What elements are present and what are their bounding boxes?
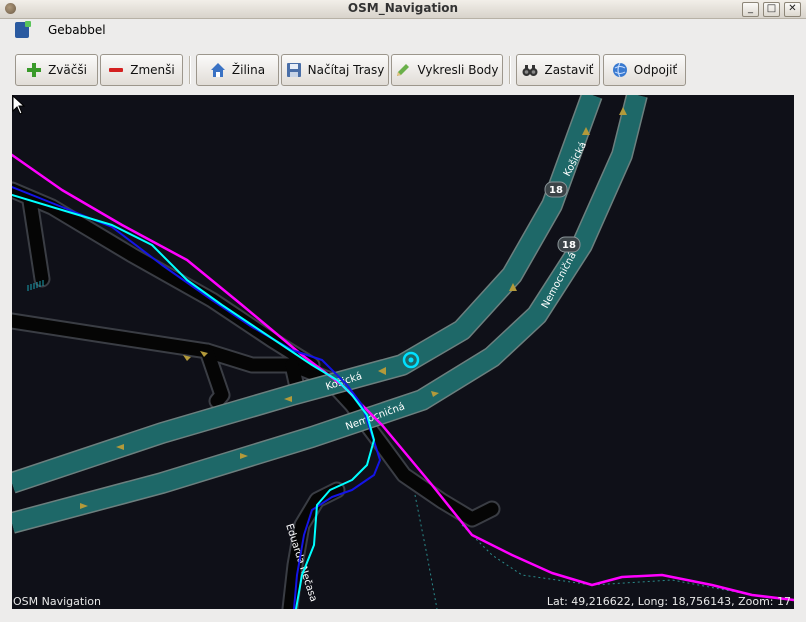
- track-magenta: [12, 153, 794, 602]
- home-label: Žilina: [231, 63, 266, 77]
- load-routes-button[interactable]: Načítaj Trasy: [281, 54, 389, 86]
- map-canvas[interactable]: 18 18 Košická Nemocničná Košická Nemocni…: [12, 95, 794, 609]
- road-shield-1: 18: [544, 181, 568, 198]
- svg-text:18: 18: [562, 240, 576, 251]
- toolbar-separator: [509, 56, 511, 84]
- draw-points-label: Vykresli Body: [417, 63, 499, 77]
- zoom-out-label: Zmenši: [130, 63, 175, 77]
- title-bar: OSM_Navigation _ □ ✕: [0, 0, 806, 19]
- track-blue: [12, 186, 381, 609]
- mouse-pointer-icon: [12, 95, 26, 115]
- load-routes-label: Načítaj Trasy: [307, 63, 385, 77]
- draw-points-button[interactable]: Vykresli Body: [391, 54, 503, 86]
- home-icon: [210, 62, 226, 78]
- svg-text:18: 18: [549, 185, 563, 196]
- toolbar-separator: [189, 56, 191, 84]
- floppy-disk-icon: [286, 62, 302, 78]
- road-shield-2: 18: [557, 236, 581, 253]
- menu-item-gebabbel[interactable]: Gebabbel: [48, 23, 106, 37]
- minus-icon: [108, 62, 124, 78]
- disconnect-label: Odpojiť: [633, 63, 678, 77]
- close-button[interactable]: ✕: [784, 2, 801, 17]
- pencil-icon: [395, 62, 411, 78]
- street-label-nemocnicna-north: Nemocničná: [539, 250, 579, 310]
- map-view[interactable]: 18 18 Košická Nemocničná Košická Nemocni…: [12, 95, 794, 609]
- minimize-button[interactable]: _: [742, 2, 759, 17]
- zoom-out-button[interactable]: Zmenši: [100, 54, 183, 86]
- gps-tracks: [12, 153, 794, 609]
- network-globe-icon: [612, 62, 628, 78]
- map-app-label: OSM Navigation: [13, 595, 101, 608]
- binoculars-icon: [522, 62, 538, 78]
- menu-bar: Gebabbel: [0, 19, 806, 42]
- home-button[interactable]: Žilina: [196, 54, 279, 86]
- zoom-in-label: Zväčši: [48, 63, 87, 77]
- track-cyan: [12, 194, 375, 609]
- main-roads: [12, 95, 648, 534]
- zoom-in-button[interactable]: Zväčši: [15, 54, 98, 86]
- maximize-button[interactable]: □: [763, 2, 780, 17]
- map-status-coordinates: Lat: 49,216622, Long: 18,756143, Zoom: 1…: [546, 595, 791, 608]
- toolbar: Zväčši Zmenši Žilina Načítaj Trasy Vykre…: [0, 46, 806, 92]
- stop-button[interactable]: Zastaviť: [516, 54, 600, 86]
- disconnect-button[interactable]: Odpojiť: [603, 54, 686, 86]
- window-title: OSM_Navigation: [347, 1, 459, 15]
- plus-icon: [26, 62, 42, 78]
- stop-label: Zastaviť: [544, 63, 594, 77]
- app-book-icon: [15, 21, 31, 38]
